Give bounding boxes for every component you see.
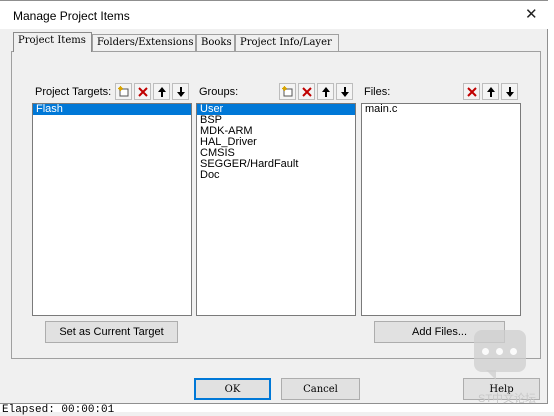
files-header: Files: (361, 83, 521, 101)
groups-header: Groups: (196, 83, 356, 101)
set-as-current-target-label: Set as Current Target (59, 326, 164, 338)
tab-project-items[interactable]: Project Items (13, 32, 92, 52)
chat-dot (510, 348, 517, 355)
move-group-down-button[interactable] (336, 83, 353, 100)
move-down-icon (176, 86, 185, 97)
chat-bubble-icon (474, 330, 526, 372)
files-label: Files: (364, 86, 391, 98)
chat-bubble-tail (486, 370, 496, 380)
move-group-up-button[interactable] (317, 83, 334, 100)
build-output-elapsed: Elapsed: 00:00:01 (2, 404, 115, 416)
add-files-label: Add Files... (411, 326, 468, 338)
delete-icon (137, 86, 148, 97)
delete-icon (466, 86, 477, 97)
set-as-current-target-button[interactable]: Set as Current Target (45, 321, 178, 343)
close-icon[interactable]: ✕ (525, 5, 538, 23)
list-item[interactable]: main.c (362, 104, 520, 115)
move-target-up-button[interactable] (153, 83, 170, 100)
delete-group-button[interactable] (298, 83, 315, 100)
window-title: Manage Project Items (13, 9, 130, 23)
move-target-down-button[interactable] (172, 83, 189, 100)
title-bar[interactable]: Manage Project Items ✕ (0, 1, 548, 29)
targets-list[interactable]: Flash (32, 103, 192, 316)
watermark-text: ST中文论坛 (478, 393, 537, 405)
move-up-icon (486, 86, 495, 97)
chat-dot (496, 348, 503, 355)
list-item[interactable]: SEGGER/HardFault (197, 159, 355, 170)
new-group-button[interactable] (279, 83, 296, 100)
tab-folders-extensions[interactable]: Folders/Extensions (92, 34, 196, 51)
ok-button[interactable]: OK (194, 378, 271, 400)
delete-file-button[interactable] (463, 83, 480, 100)
groups-label: Groups: (199, 86, 239, 98)
chat-dot (482, 348, 489, 355)
move-file-up-button[interactable] (482, 83, 499, 100)
tab-books[interactable]: Books (196, 34, 235, 51)
cancel-button[interactable]: Cancel (281, 378, 360, 400)
move-file-down-button[interactable] (501, 83, 518, 100)
list-item[interactable]: Flash (33, 104, 191, 115)
manage-project-items-dialog: Manage Project Items ✕ Project Items Fol… (0, 0, 548, 404)
new-item-icon (117, 85, 128, 96)
cancel-label: Cancel (303, 383, 338, 395)
move-up-icon (157, 86, 166, 97)
delete-target-button[interactable] (134, 83, 151, 100)
ide-right-edge (548, 0, 554, 412)
new-item-icon (281, 85, 292, 96)
list-item[interactable]: Doc (197, 170, 355, 181)
tab-project-info-layer[interactable]: Project Info/Layer (235, 34, 339, 51)
new-target-button[interactable] (115, 83, 132, 100)
move-up-icon (321, 86, 330, 97)
move-down-icon (505, 86, 514, 97)
groups-list[interactable]: User BSP MDK-ARM HAL_Driver CMSIS SEGGER… (196, 103, 356, 316)
move-down-icon (340, 86, 349, 97)
delete-icon (301, 86, 312, 97)
targets-label: Project Targets: (35, 86, 112, 98)
files-list[interactable]: main.c (361, 103, 521, 316)
ok-label: OK (224, 383, 241, 395)
targets-header: Project Targets: (32, 83, 192, 101)
